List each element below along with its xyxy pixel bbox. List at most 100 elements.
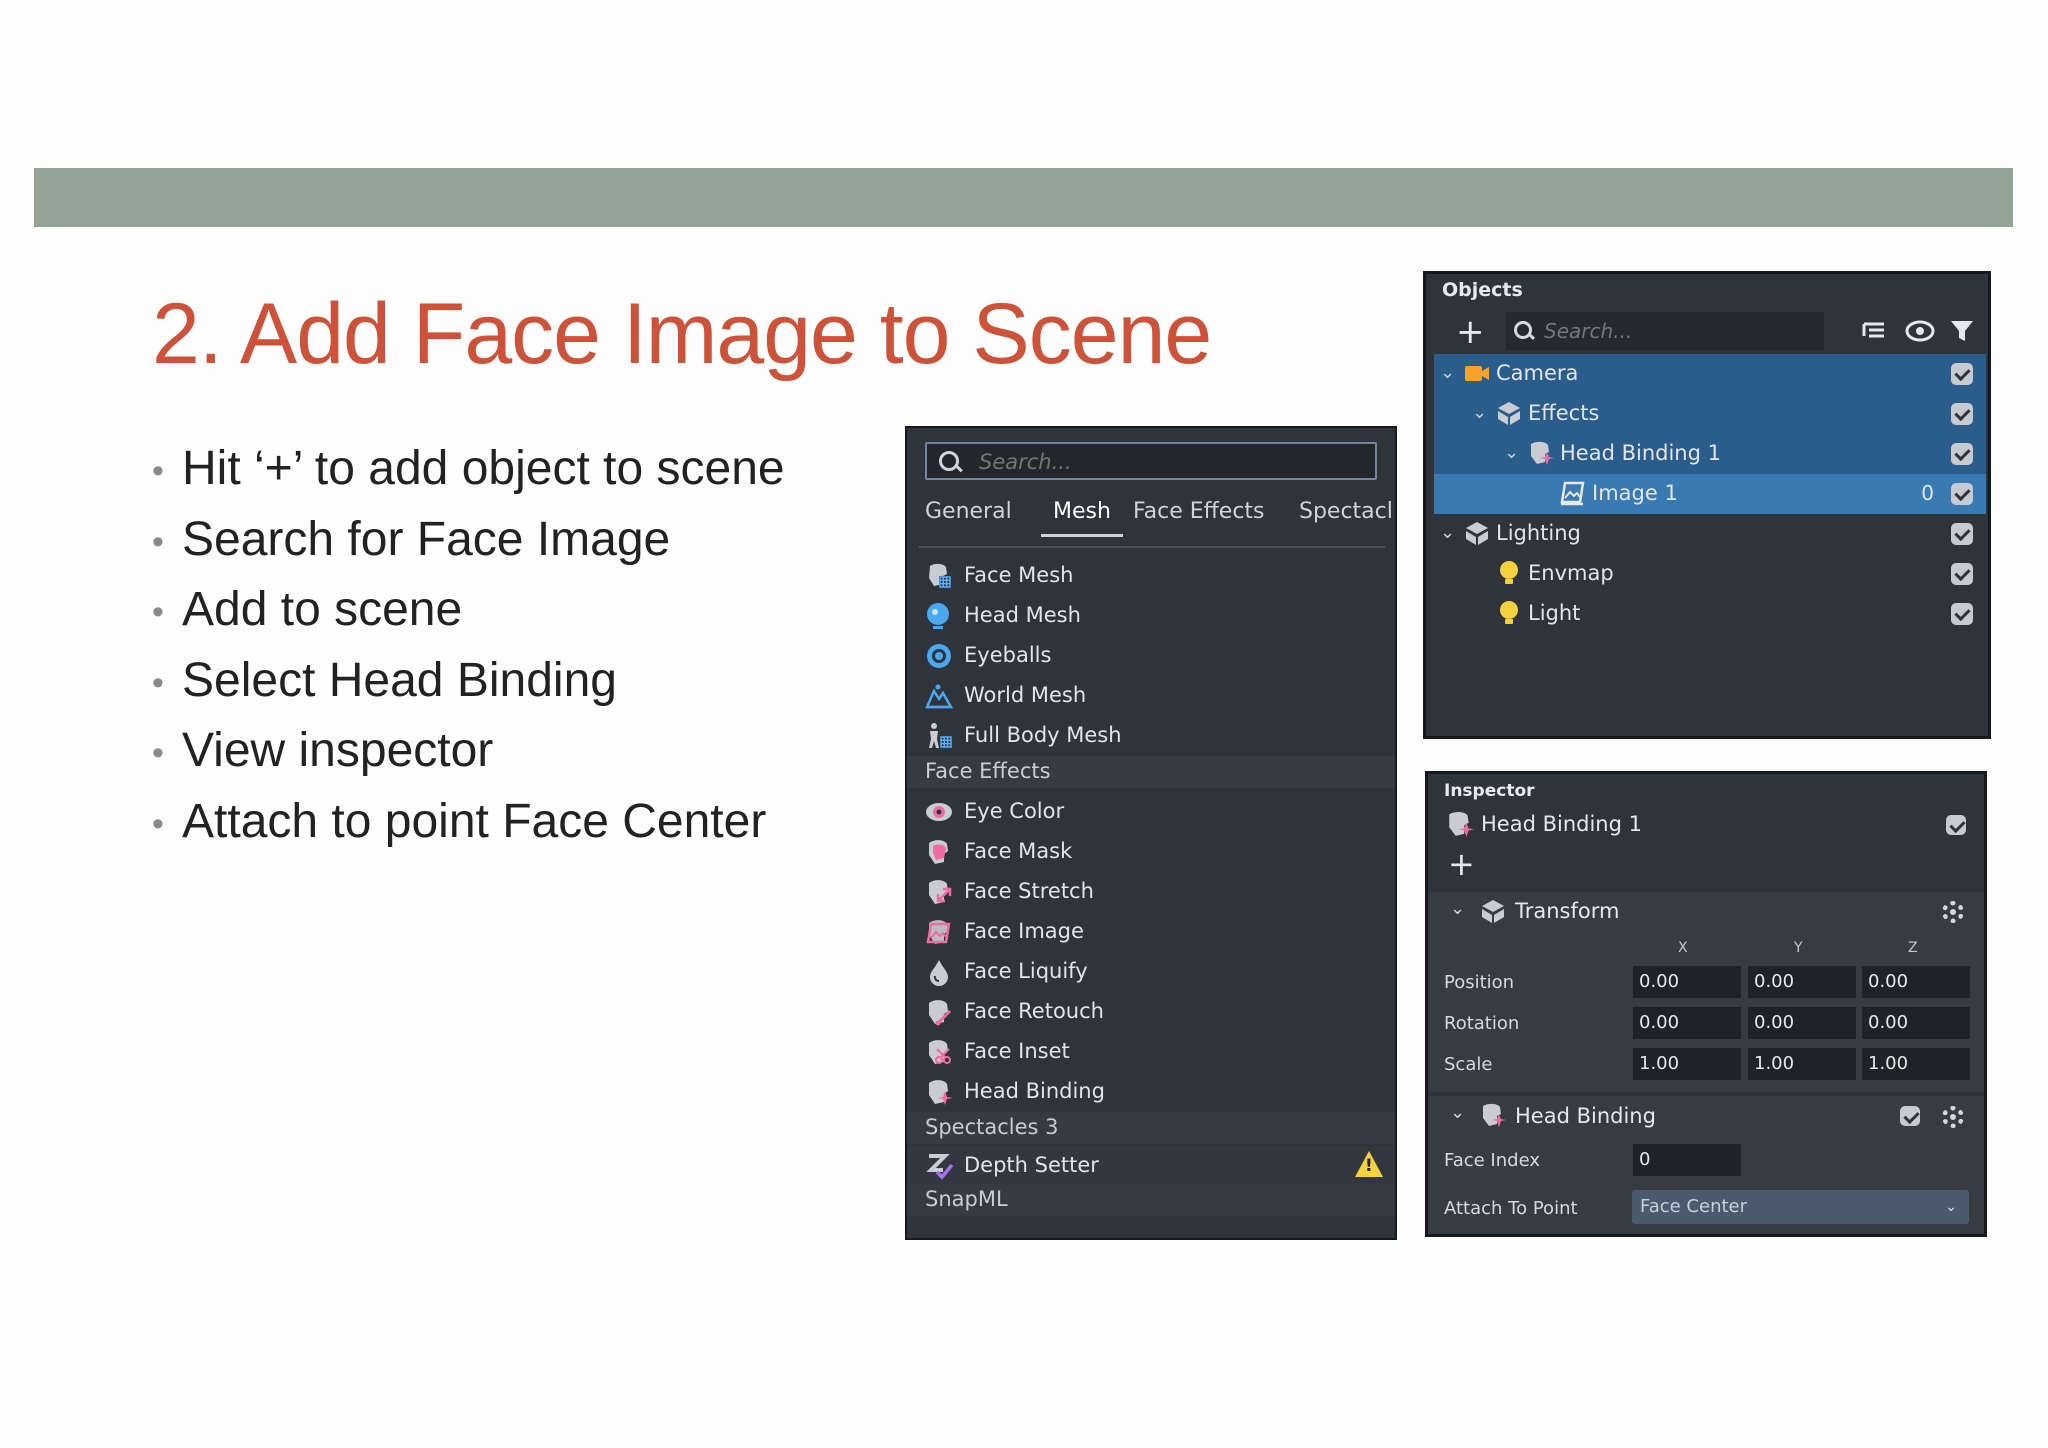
tree-item-lighting[interactable]: ⌄ Lighting xyxy=(1434,514,1986,554)
axis-label-y: Y xyxy=(1794,940,1803,956)
face-image-icon xyxy=(926,920,951,944)
enabled-checkbox[interactable] xyxy=(1951,363,1973,385)
scale-x-field[interactable]: 1.00 xyxy=(1633,1048,1741,1080)
tab-general[interactable]: General xyxy=(925,494,1012,534)
list-item-face-retouch[interactable]: Face Retouch xyxy=(907,992,1395,1032)
category-tabs: General Mesh Face Effects Spectacl xyxy=(907,494,1395,537)
tree-item-camera[interactable]: ⌄ Camera xyxy=(1434,354,1986,394)
tab-mesh[interactable]: Mesh xyxy=(1041,494,1123,537)
add-object-button[interactable]: + xyxy=(1456,315,1485,349)
list-item-eye-color[interactable]: Eye Color xyxy=(907,792,1395,832)
eyeballs-icon xyxy=(927,644,951,668)
position-y-field[interactable]: 0.00 xyxy=(1748,966,1856,998)
position-z-field[interactable]: 0.00 xyxy=(1862,966,1970,998)
eye-icon[interactable] xyxy=(1905,316,1935,346)
list-item-face-liquify[interactable]: Face Liquify xyxy=(907,952,1395,992)
filter-icon[interactable] xyxy=(1947,316,1977,346)
face-liquify-icon xyxy=(930,960,948,986)
enabled-checkbox[interactable] xyxy=(1946,815,1966,835)
rotation-x-field[interactable]: 0.00 xyxy=(1633,1007,1741,1039)
list-item-head-binding[interactable]: Head Binding xyxy=(907,1072,1395,1112)
list-item-face-image[interactable]: Face Image xyxy=(907,912,1395,952)
gear-icon[interactable] xyxy=(1942,901,1964,923)
bullet-text: Search for Face Image xyxy=(182,512,671,566)
chevron-down-icon[interactable]: ⌄ xyxy=(1504,442,1519,463)
enabled-checkbox[interactable] xyxy=(1951,603,1973,625)
tree-item-light[interactable]: Light xyxy=(1434,594,1986,634)
rotation-y-field[interactable]: 0.00 xyxy=(1748,1007,1856,1039)
enabled-checkbox[interactable] xyxy=(1900,1106,1920,1126)
rotation-z-field[interactable]: 0.00 xyxy=(1862,1007,1970,1039)
header-accent-bar xyxy=(34,168,2013,227)
attach-to-point-row: Face Center ⌄ xyxy=(1428,1190,1984,1226)
position-x-field[interactable]: 0.00 xyxy=(1633,966,1741,998)
list-item-face-mask[interactable]: Face Mask xyxy=(907,832,1395,872)
face-mask-icon xyxy=(929,840,948,864)
list-item-head-mesh[interactable]: Head Mesh xyxy=(907,596,1395,636)
transform-icon xyxy=(1482,900,1504,923)
list-item-label: Face Mask xyxy=(964,839,1073,863)
list-item-label: Head Binding xyxy=(964,1079,1105,1103)
bullet-dot-icon: • xyxy=(152,804,164,843)
axis-label-z: Z xyxy=(1908,940,1918,956)
add-object-search-input[interactable] xyxy=(977,448,1361,476)
head-binding-icon xyxy=(929,1080,953,1105)
bullet-item: • Hit ‘+’ to add object to scene xyxy=(152,434,785,505)
head-binding-icon xyxy=(1483,1103,1506,1127)
scale-z-field[interactable]: 1.00 xyxy=(1862,1048,1970,1080)
enabled-checkbox[interactable] xyxy=(1951,443,1973,465)
list-item-label: Face Retouch xyxy=(964,999,1104,1023)
list-item-full-body-mesh[interactable]: Full Body Mesh xyxy=(907,716,1395,756)
tree-item-label: Light xyxy=(1528,601,1581,625)
chevron-down-icon[interactable]: ⌄ xyxy=(1440,362,1455,383)
chevron-down-icon[interactable]: ⌄ xyxy=(1450,898,1465,919)
depth-setter-icon xyxy=(926,1154,953,1180)
bullet-item: • Search for Face Image xyxy=(152,505,785,576)
list-item-label: Face Stretch xyxy=(964,879,1094,903)
add-component-button[interactable]: + xyxy=(1448,848,1475,880)
list-view-icon[interactable] xyxy=(1859,316,1889,346)
list-item-face-mesh[interactable]: Face Mesh xyxy=(907,556,1395,596)
tab-face-effects[interactable]: Face Effects xyxy=(1133,494,1265,534)
search-icon xyxy=(1514,321,1532,339)
list-item-face-stretch[interactable]: Face Stretch xyxy=(907,872,1395,912)
attach-to-point-dropdown[interactable]: Face Center ⌄ xyxy=(1632,1190,1969,1224)
tree-item-effects[interactable]: ⌄ Effects xyxy=(1434,394,1986,434)
head-binding-icon xyxy=(1531,441,1554,465)
tree-item-head-binding-1[interactable]: ⌄ Head Binding 1 xyxy=(1434,434,1986,474)
list-item-label: Eyeballs xyxy=(964,643,1052,667)
scale-y-field[interactable]: 1.00 xyxy=(1748,1048,1856,1080)
camera-icon xyxy=(1465,366,1489,381)
face-index-field[interactable]: 0 xyxy=(1633,1144,1741,1176)
gear-icon[interactable] xyxy=(1942,1106,1964,1128)
add-object-search[interactable] xyxy=(925,442,1377,480)
list-item-label: Face Liquify xyxy=(964,959,1088,983)
list-item-depth-setter[interactable]: Depth Setter xyxy=(907,1146,1395,1186)
layer-index: 0 xyxy=(1921,481,1934,505)
objects-search-input[interactable] xyxy=(1542,317,1816,345)
bullet-text: Attach to point Face Center xyxy=(182,794,767,848)
list-item-face-inset[interactable]: Face Inset xyxy=(907,1032,1395,1072)
list-item-label: Face Inset xyxy=(964,1039,1070,1063)
chevron-down-icon[interactable]: ⌄ xyxy=(1440,522,1455,543)
enabled-checkbox[interactable] xyxy=(1951,563,1973,585)
face-retouch-icon xyxy=(929,1000,952,1026)
chevron-down-icon[interactable]: ⌄ xyxy=(1450,1102,1465,1123)
tab-spectacles[interactable]: Spectacl xyxy=(1299,494,1393,534)
face-stretch-icon xyxy=(929,880,952,904)
tree-item-image-1[interactable]: Image 1 0 xyxy=(1434,474,1986,514)
tree-item-label: Camera xyxy=(1496,361,1579,385)
axis-label-x: X xyxy=(1678,940,1688,956)
inspector-object-name[interactable]: Head Binding 1 xyxy=(1481,812,1642,836)
list-item-eyeballs[interactable]: Eyeballs xyxy=(907,636,1395,676)
enabled-checkbox[interactable] xyxy=(1951,403,1973,425)
bullet-text: Select Head Binding xyxy=(182,653,617,707)
enabled-checkbox[interactable] xyxy=(1951,523,1973,545)
head-binding-section: ⌄ Head Binding Face Index 0 Attach To Po… xyxy=(1428,1096,1984,1234)
bullet-item: • Select Head Binding xyxy=(152,646,785,717)
list-item-world-mesh[interactable]: World Mesh xyxy=(907,676,1395,716)
enabled-checkbox[interactable] xyxy=(1951,483,1973,505)
tree-item-envmap[interactable]: Envmap xyxy=(1434,554,1986,594)
objects-search[interactable] xyxy=(1506,312,1824,350)
chevron-down-icon[interactable]: ⌄ xyxy=(1472,402,1487,423)
